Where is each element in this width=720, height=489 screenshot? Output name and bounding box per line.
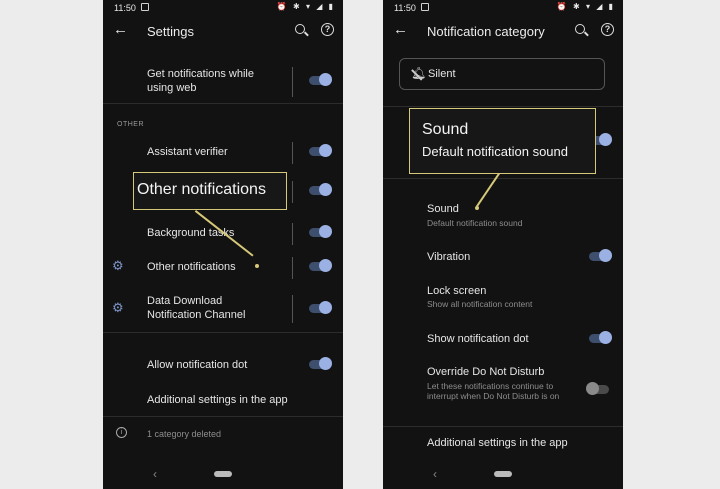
- status-icons: ⏰ ✱ ▾ ◢ ▮: [276, 2, 335, 11]
- vertical-divider: [292, 295, 293, 323]
- row-additional-settings[interactable]: Additional settings in the app: [103, 390, 343, 410]
- row-sublabel: Default notification sound: [427, 218, 523, 228]
- toggle-switch[interactable]: [589, 331, 612, 344]
- toggle-switch[interactable]: [309, 357, 332, 370]
- section-divider: [103, 416, 343, 417]
- callout-subtitle: Default notification sound: [422, 144, 568, 159]
- search-icon[interactable]: [575, 24, 585, 34]
- home-pill[interactable]: [494, 471, 512, 477]
- row-label: Lock screen: [427, 285, 487, 297]
- row-label: Background tasks: [147, 227, 235, 239]
- section-divider: [383, 426, 623, 427]
- silent-label: Silent: [428, 68, 456, 80]
- row-label: Get notifications while using web: [147, 68, 254, 94]
- row-label: Show notification dot: [427, 333, 529, 345]
- settings-screen: 11:50 ⏰ ✱ ▾ ◢ ▮ ← Settings ? Get notific…: [103, 0, 343, 489]
- callout-pointer-dot: [255, 264, 259, 268]
- page-title: Notification category: [427, 24, 545, 39]
- back-arrow-icon[interactable]: ←: [113, 21, 128, 38]
- search-icon[interactable]: [295, 24, 305, 34]
- row-label: Additional settings in the app: [147, 394, 288, 406]
- row-get-notifications-web[interactable]: Get notifications while using web: [103, 64, 343, 100]
- notification-icon: [421, 3, 429, 11]
- row-sublabel: Show all notification content: [427, 299, 533, 309]
- toggle-switch[interactable]: [309, 144, 332, 157]
- toggle-switch[interactable]: [309, 183, 332, 196]
- row-label: Sound: [427, 203, 459, 215]
- row-lock-screen[interactable]: Lock screen Show all notification conten…: [383, 284, 623, 312]
- section-header-other: OTHER: [117, 121, 144, 128]
- toggle-switch[interactable]: [309, 73, 332, 86]
- gear-icon: ⚙: [112, 300, 124, 315]
- section-divider: [383, 106, 623, 107]
- app-bar: ← Notification category ?: [383, 18, 623, 46]
- row-label: Assistant verifier: [147, 146, 228, 158]
- row-label: Other notifications: [147, 261, 236, 273]
- app-bar: ← Settings ?: [103, 18, 343, 46]
- home-pill[interactable]: [214, 471, 232, 477]
- row-label: Data Download Notification Channel: [147, 295, 246, 321]
- vertical-divider: [292, 257, 293, 279]
- status-time: 11:50: [394, 3, 416, 13]
- notification-icon: [141, 3, 149, 11]
- row-assistant-verifier[interactable]: Assistant verifier: [103, 142, 343, 164]
- row-additional-settings[interactable]: Additional settings in the app: [383, 434, 623, 454]
- callout-other-notifications: Other notifications: [133, 172, 287, 210]
- row-other-notifications[interactable]: ⚙ Other notifications: [103, 257, 343, 279]
- navigation-bar: ‹: [103, 459, 343, 489]
- toggle-switch[interactable]: [309, 225, 332, 238]
- vertical-divider: [292, 67, 293, 97]
- page-title: Settings: [147, 24, 194, 39]
- vertical-divider: [292, 223, 293, 245]
- row-data-download[interactable]: ⚙ Data Download Notification Channel: [103, 293, 343, 325]
- row-label: Override Do Not Disturb: [427, 366, 545, 378]
- info-icon: i: [116, 427, 127, 438]
- row-allow-notification-dot[interactable]: Allow notification dot: [103, 355, 343, 375]
- callout-title: Sound: [422, 121, 469, 138]
- section-divider: [383, 178, 623, 179]
- help-icon[interactable]: ?: [601, 23, 614, 36]
- vertical-divider: [292, 142, 293, 164]
- row-vibration[interactable]: Vibration: [383, 248, 623, 268]
- row-sublabel: Let these notifications continue to inte…: [427, 381, 560, 401]
- section-divider: [103, 103, 343, 104]
- callout-label: Other notifications: [137, 181, 266, 198]
- row-label: Additional settings in the app: [427, 437, 568, 449]
- row-label: Vibration: [427, 251, 471, 263]
- notification-category-screen: 11:50 ⏰ ✱ ▾ ◢ ▮ ← Notification category …: [383, 0, 623, 489]
- section-divider: [103, 332, 343, 333]
- row-label: 1 category deleted: [147, 429, 222, 439]
- navigation-bar: ‹: [383, 459, 623, 489]
- gear-icon: ⚙: [112, 258, 124, 273]
- silent-option[interactable]: 🔔︎ Silent: [399, 58, 605, 90]
- row-label: Allow notification dot: [147, 359, 248, 371]
- vertical-divider: [292, 181, 293, 203]
- callout-pointer-dot: [475, 206, 479, 210]
- status-bar: 11:50 ⏰ ✱ ▾ ◢ ▮: [103, 0, 343, 16]
- toggle-switch[interactable]: [309, 301, 332, 314]
- row-override-dnd[interactable]: Override Do Not Disturb Let these notifi…: [383, 365, 623, 415]
- row-show-notification-dot[interactable]: Show notification dot: [383, 330, 623, 350]
- status-bar: 11:50 ⏰ ✱ ▾ ◢ ▮: [383, 0, 623, 16]
- help-icon[interactable]: ?: [321, 23, 334, 36]
- back-arrow-icon[interactable]: ←: [393, 21, 408, 38]
- toggle-switch[interactable]: [586, 382, 609, 395]
- status-icons: ⏰ ✱ ▾ ◢ ▮: [556, 2, 615, 11]
- status-time: 11:50: [114, 3, 136, 13]
- row-category-deleted: i 1 category deleted: [103, 425, 343, 443]
- toggle-switch[interactable]: [309, 259, 332, 272]
- toggle-switch[interactable]: [589, 249, 612, 262]
- nav-back-icon[interactable]: ‹: [153, 467, 157, 481]
- callout-sound: Sound Default notification sound: [409, 108, 596, 174]
- row-sound[interactable]: Sound Default notification sound: [383, 202, 623, 230]
- nav-back-icon[interactable]: ‹: [433, 467, 437, 481]
